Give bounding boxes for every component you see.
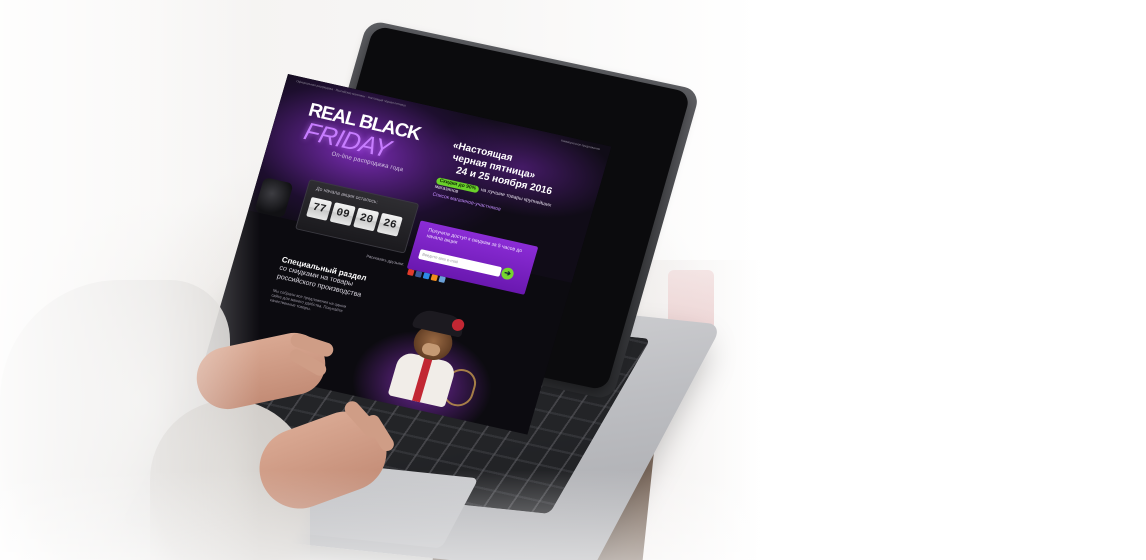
bear-mascot xyxy=(343,305,506,435)
social-icon[interactable] xyxy=(414,270,423,278)
social-icon[interactable] xyxy=(430,274,439,282)
timer-digit: 26 xyxy=(376,212,403,237)
share-label: Рассказать друзьям: xyxy=(365,253,405,267)
timer-digit: 09 xyxy=(329,202,356,227)
photo-scene: Официальная распродажа · Российские мага… xyxy=(0,0,1146,560)
social-icon[interactable] xyxy=(422,272,431,280)
social-icon[interactable] xyxy=(438,275,446,283)
timer-digits: 77 09 20 26 xyxy=(306,196,410,238)
bottom-fade-overlay xyxy=(0,470,760,560)
social-icon[interactable] xyxy=(407,268,415,276)
submit-arrow-button[interactable]: ➔ xyxy=(499,266,516,281)
timer-digit: 77 xyxy=(306,196,333,221)
timer-digit: 20 xyxy=(353,207,380,232)
